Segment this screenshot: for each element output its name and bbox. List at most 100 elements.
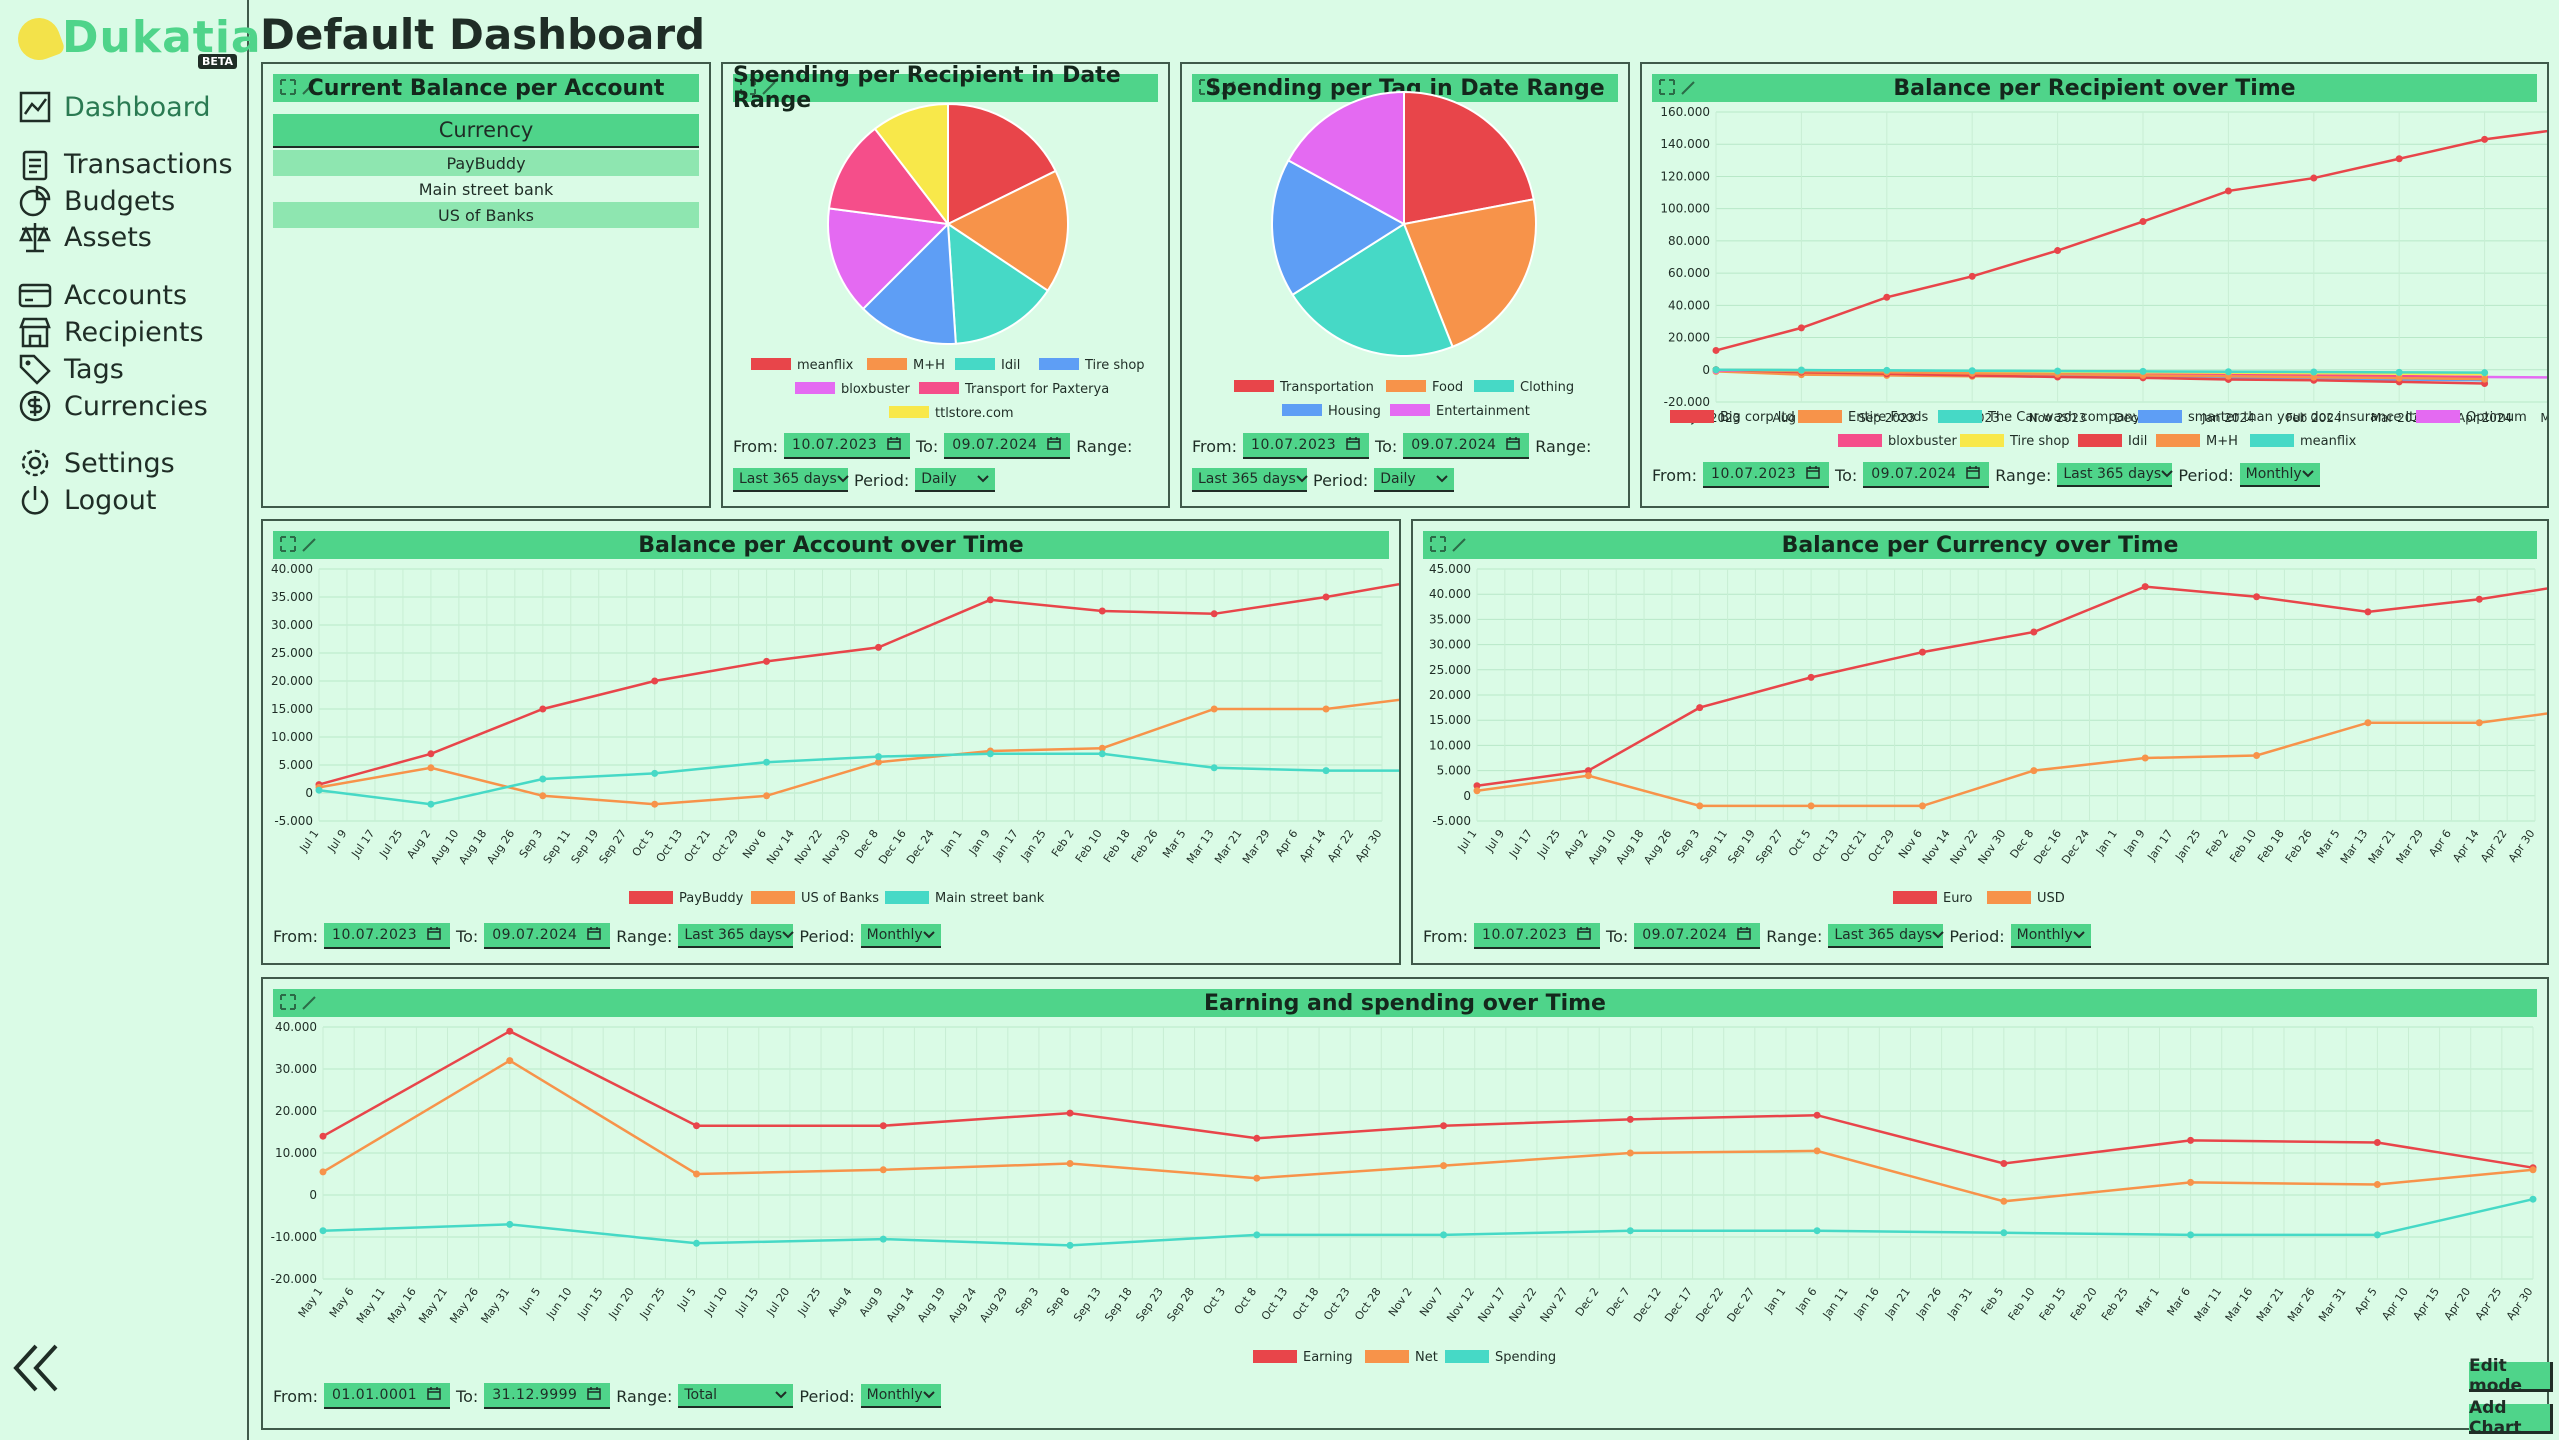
legend-label[interactable]: The Car wash company [1987, 410, 2141, 425]
data-point[interactable] [1210, 764, 1218, 772]
data-point[interactable] [763, 758, 771, 766]
data-point[interactable] [1473, 787, 1481, 795]
series-line[interactable] [318, 752, 1399, 806]
data-point[interactable] [2481, 135, 2489, 143]
data-point[interactable] [427, 764, 435, 772]
data-point[interactable] [651, 800, 659, 808]
sidebar-item-dashboard[interactable]: Dashboard [18, 90, 238, 124]
data-point[interactable] [1322, 767, 1330, 775]
legend-label[interactable]: Idil [1001, 358, 1020, 373]
data-point[interactable] [1253, 1174, 1261, 1182]
data-point[interactable] [1626, 1227, 1634, 1235]
sidebar-item-budgets[interactable]: Budgets [18, 184, 238, 218]
data-point[interactable] [2187, 1231, 2195, 1239]
data-point[interactable] [2395, 155, 2403, 163]
data-point[interactable] [1797, 324, 1805, 332]
series-line[interactable] [1715, 128, 2547, 352]
data-point[interactable] [2139, 367, 2147, 375]
legend-label[interactable]: Transport for Paxterya [964, 382, 1109, 397]
data-point[interactable] [506, 1220, 514, 1228]
data-point[interactable] [315, 786, 323, 794]
data-point[interactable] [427, 750, 435, 758]
data-point[interactable] [2373, 1231, 2381, 1239]
data-point[interactable] [1322, 593, 1330, 601]
sidebar-item-accounts[interactable]: Accounts [18, 278, 238, 312]
data-point[interactable] [1098, 607, 1106, 615]
series-line[interactable] [322, 1059, 2534, 1203]
data-point[interactable] [874, 643, 882, 651]
legend-label[interactable]: Earning [1303, 1350, 1353, 1365]
sidebar-item-settings[interactable]: Settings [18, 446, 238, 480]
data-point[interactable] [2141, 583, 2149, 591]
data-point[interactable] [1440, 1162, 1448, 1170]
data-point[interactable] [2054, 247, 2062, 255]
legend-label[interactable]: Entire Foods [1848, 410, 1929, 425]
data-point[interactable] [2054, 367, 2062, 375]
legend-label[interactable]: PayBuddy [679, 891, 744, 906]
data-point[interactable] [319, 1132, 327, 1140]
data-point[interactable] [1883, 366, 1891, 374]
data-point[interactable] [319, 1227, 327, 1235]
data-point[interactable] [1712, 366, 1720, 374]
data-point[interactable] [2187, 1136, 2195, 1144]
data-point[interactable] [539, 775, 547, 783]
legend-label[interactable]: meanflix [797, 358, 854, 373]
data-point[interactable] [2373, 1139, 2381, 1146]
data-point[interactable] [1813, 1227, 1821, 1235]
data-point[interactable] [319, 1168, 327, 1176]
data-point[interactable] [2395, 368, 2403, 376]
data-point[interactable] [2310, 368, 2318, 376]
data-point[interactable] [2000, 1197, 2008, 1205]
data-point[interactable] [2364, 719, 2372, 727]
collapse-sidebar-icon[interactable] [12, 1340, 62, 1396]
data-point[interactable] [1440, 1122, 1448, 1130]
data-point[interactable] [2475, 719, 2483, 727]
data-point[interactable] [1253, 1134, 1261, 1142]
legend-label[interactable]: Tire shop [2009, 434, 2070, 449]
legend-label[interactable]: Housing [1328, 404, 1381, 419]
series-line[interactable] [1476, 708, 2547, 808]
data-point[interactable] [1066, 1241, 1074, 1249]
data-point[interactable] [2030, 767, 2038, 775]
data-point[interactable] [1253, 1231, 1261, 1239]
data-point[interactable] [1918, 648, 1926, 656]
data-point[interactable] [2141, 754, 2149, 762]
table-row[interactable]: PayBuddy [273, 150, 699, 176]
legend-label[interactable]: bloxbuster [1888, 434, 1957, 449]
legend-label[interactable]: Idil [2128, 434, 2147, 449]
data-point[interactable] [1210, 705, 1218, 713]
sidebar-item-currencies[interactable]: Currencies [18, 389, 238, 423]
data-point[interactable] [506, 1057, 514, 1065]
edit-mode-button[interactable]: Edit mode [2469, 1356, 2553, 1396]
data-point[interactable] [1584, 772, 1592, 780]
data-point[interactable] [1626, 1115, 1634, 1123]
data-point[interactable] [693, 1122, 701, 1130]
data-point[interactable] [2030, 628, 2038, 636]
add-chart-button[interactable]: Add Chart [2469, 1398, 2553, 1438]
legend-label[interactable]: bloxbuster [841, 382, 910, 397]
data-point[interactable] [879, 1122, 887, 1130]
data-point[interactable] [2475, 595, 2483, 603]
legend-label[interactable]: M+H [2206, 434, 2238, 449]
data-point[interactable] [1807, 673, 1815, 681]
data-point[interactable] [2224, 187, 2232, 195]
data-point[interactable] [2373, 1181, 2381, 1188]
sidebar-item-logout[interactable]: Logout [18, 483, 238, 517]
data-point[interactable] [2139, 218, 2147, 226]
data-point[interactable] [1813, 1111, 1821, 1119]
series-line[interactable] [318, 695, 1399, 806]
data-point[interactable] [1210, 610, 1218, 618]
data-point[interactable] [1322, 705, 1330, 713]
data-point[interactable] [763, 657, 771, 665]
data-point[interactable] [1440, 1231, 1448, 1239]
data-point[interactable] [2310, 174, 2318, 182]
data-point[interactable] [1626, 1149, 1634, 1157]
data-point[interactable] [1696, 802, 1704, 810]
data-point[interactable] [2224, 368, 2232, 376]
data-point[interactable] [651, 769, 659, 777]
legend-label[interactable]: Tire shop [1084, 358, 1145, 373]
data-point[interactable] [506, 1027, 514, 1035]
data-point[interactable] [2481, 369, 2489, 377]
data-point[interactable] [763, 792, 771, 800]
legend-label[interactable]: Net [1415, 1350, 1438, 1365]
